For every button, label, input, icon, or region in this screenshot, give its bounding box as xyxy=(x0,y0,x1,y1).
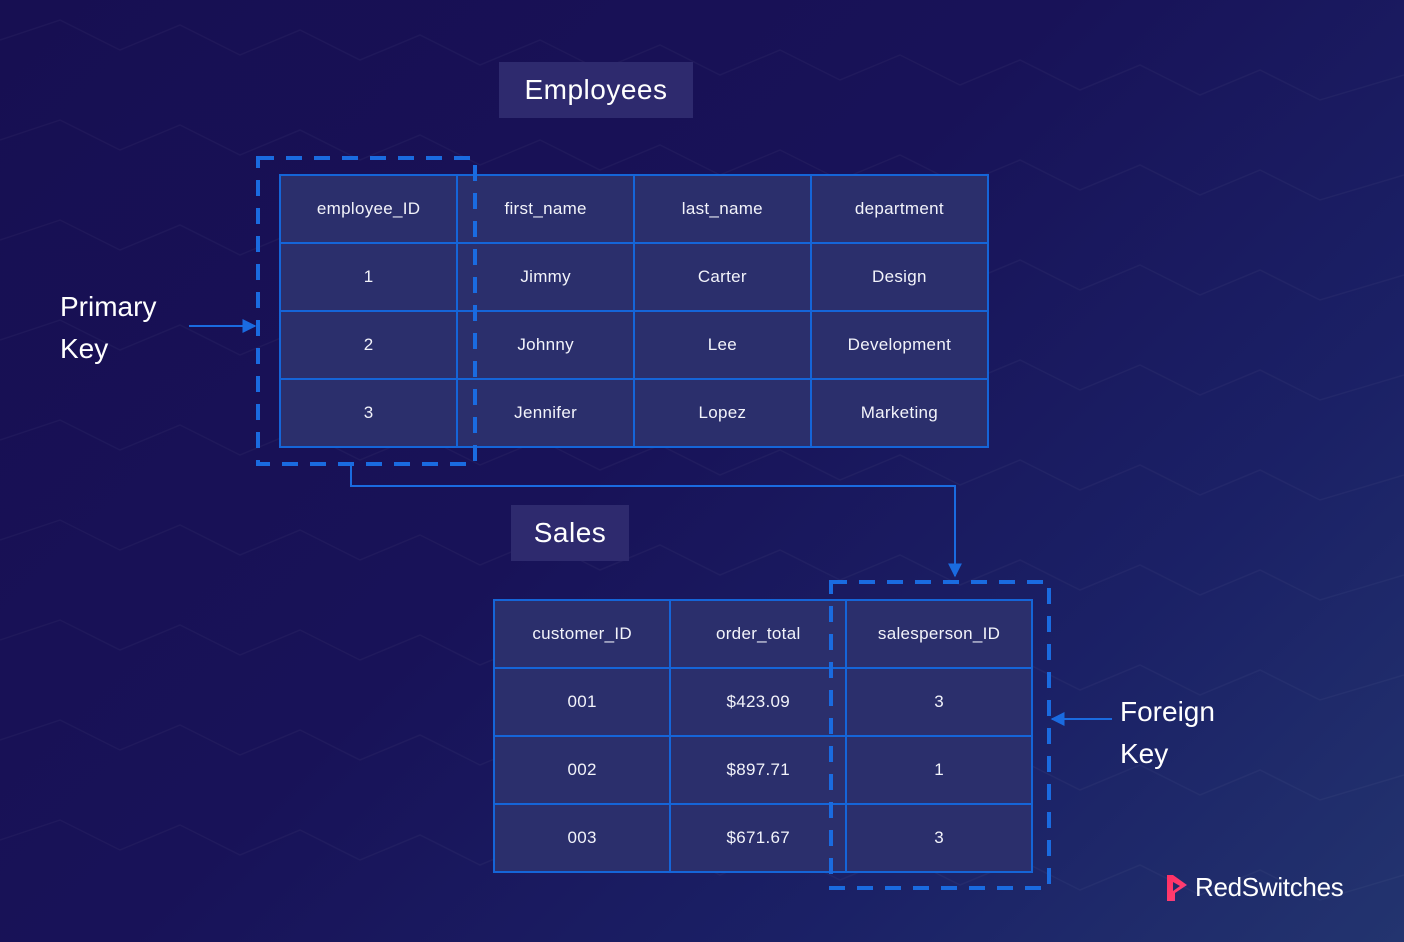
foreign-key-label-line1: Foreign xyxy=(1120,696,1215,727)
primary-key-label-line2: Key xyxy=(60,333,109,364)
brand-name: RedSwitches xyxy=(1195,872,1344,902)
foreign-key-highlight-box xyxy=(829,580,1051,890)
foreign-key-label: Foreign Key xyxy=(1120,691,1215,775)
primary-key-label: Primary Key xyxy=(60,286,156,370)
foreign-key-label-line2: Key xyxy=(1120,738,1169,769)
brand-logo: RedSwitches xyxy=(1165,872,1344,903)
primary-key-highlight-box xyxy=(256,156,477,466)
primary-key-label-line1: Primary xyxy=(60,291,157,322)
relationship-connector-line xyxy=(350,466,962,578)
redswitches-logo-icon xyxy=(1167,874,1187,901)
connector-overlay xyxy=(189,156,1112,890)
